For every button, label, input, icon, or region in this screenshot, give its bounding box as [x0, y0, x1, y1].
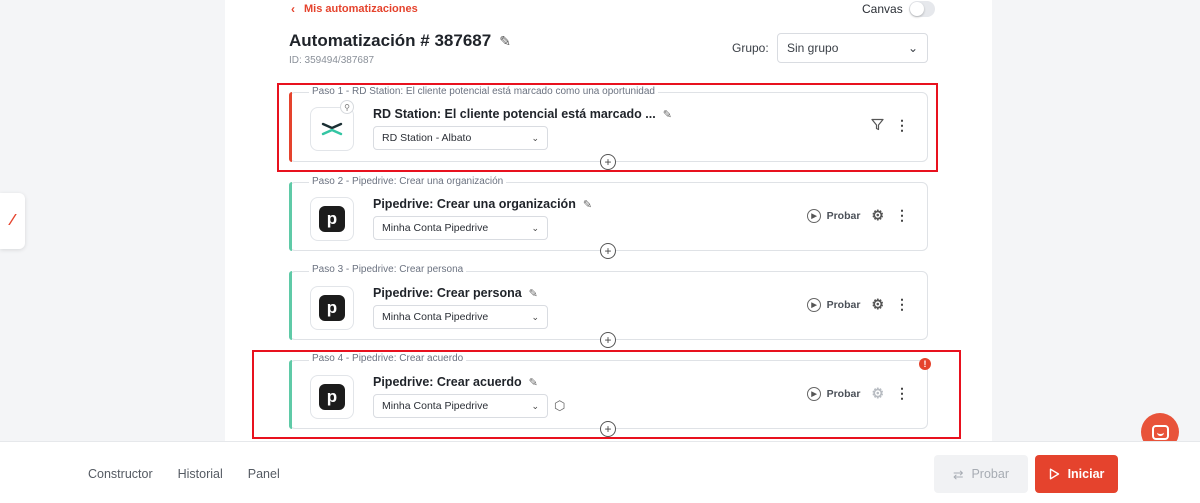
back-to-automations-link[interactable]: ‹ Mis automatizaciones: [291, 2, 418, 16]
canvas-label: Canvas: [862, 2, 903, 16]
step-title-text: Pipedrive: Crear persona: [373, 286, 522, 300]
step-caption-2: Paso 2 - Pipedrive: Crear una organizaci…: [309, 176, 507, 187]
automation-title: Automatización # 387687: [289, 31, 492, 50]
test-step-button[interactable]: ▶ Probar: [806, 208, 861, 223]
chevron-down-icon: ⌄: [531, 311, 539, 322]
albato-logo-icon: ⁄: [11, 212, 14, 229]
page-title: Automatización # 387687 ✎: [289, 31, 511, 51]
tab-constructor[interactable]: Constructor: [88, 467, 153, 481]
highlight-box-step-1: [277, 83, 938, 172]
step-accent-bar: [289, 271, 292, 340]
step-accent-bar: [289, 182, 292, 251]
tab-historial[interactable]: Historial: [178, 467, 223, 481]
chevron-down-icon: ⌄: [907, 41, 918, 55]
toggle-knob: [909, 2, 924, 16]
account-select[interactable]: Minha Conta Pipedrive ⌄: [373, 305, 548, 329]
play-icon: [1049, 468, 1059, 480]
play-icon: ▶: [806, 297, 821, 312]
iniciar-button[interactable]: Iniciar: [1035, 455, 1118, 493]
side-panel-tab[interactable]: ⁄: [0, 193, 25, 249]
test-step-label: Probar: [826, 298, 861, 311]
chat-icon: [1151, 424, 1169, 440]
canvas-toggle-group: Canvas: [862, 1, 935, 17]
pipedrive-logo: p: [319, 206, 345, 232]
step-card-3[interactable]: p Pipedrive: Crear persona ✎ Minha Conta…: [289, 271, 928, 340]
group-select[interactable]: Sin grupo ⌄: [777, 33, 928, 63]
group-label: Grupo:: [732, 41, 769, 55]
pipedrive-icon: p: [310, 286, 354, 330]
highlight-box-step-4: [252, 350, 961, 439]
add-step-button[interactable]: +: [600, 332, 616, 348]
canvas-toggle[interactable]: [908, 1, 935, 17]
step-card-2[interactable]: p Pipedrive: Crear una organización ✎ Mi…: [289, 182, 928, 251]
account-select-value: Minha Conta Pipedrive: [382, 311, 489, 323]
chevron-down-icon: ⌄: [531, 222, 539, 233]
account-select[interactable]: Minha Conta Pipedrive ⌄: [373, 216, 548, 240]
add-step-button[interactable]: +: [600, 243, 616, 259]
swap-icon: ⇄: [952, 467, 964, 482]
gear-icon[interactable]: ⚙: [871, 207, 884, 224]
edit-title-icon[interactable]: ✎: [499, 33, 511, 50]
edit-step-icon[interactable]: ✎: [583, 198, 592, 211]
back-link-label: Mis automatizaciones: [304, 3, 418, 15]
step-title-text: Pipedrive: Crear una organización: [373, 197, 576, 211]
edit-step-icon[interactable]: ✎: [529, 287, 538, 300]
bottom-bar: Constructor Historial Panel ⇄ Probar Ini…: [0, 441, 1200, 503]
more-options-icon[interactable]: ⋮: [895, 207, 909, 224]
more-options-icon[interactable]: ⋮: [895, 296, 909, 313]
test-step-label: Probar: [826, 209, 861, 222]
step-title: Pipedrive: Crear persona ✎: [373, 286, 538, 300]
step-actions: ▶ Probar ⚙ ⋮: [806, 296, 909, 313]
tab-panel[interactable]: Panel: [248, 467, 280, 481]
play-icon: ▶: [806, 208, 821, 223]
account-select-value: Minha Conta Pipedrive: [382, 222, 489, 234]
group-select-value: Sin grupo: [787, 41, 839, 55]
pipedrive-logo: p: [319, 295, 345, 321]
step-caption-3: Paso 3 - Pipedrive: Crear persona: [309, 264, 467, 275]
bottom-nav: Constructor Historial Panel: [88, 467, 280, 481]
test-step-button[interactable]: ▶ Probar: [806, 297, 861, 312]
probar-button[interactable]: ⇄ Probar: [934, 455, 1028, 493]
step-actions: ▶ Probar ⚙ ⋮: [806, 207, 909, 224]
probar-label: Probar: [971, 467, 1009, 481]
step-title: Pipedrive: Crear una organización ✎: [373, 197, 592, 211]
chevron-left-icon: ‹: [291, 2, 295, 16]
automation-id: ID: 359494/387687: [289, 55, 375, 66]
iniciar-label: Iniciar: [1067, 467, 1105, 481]
gear-icon[interactable]: ⚙: [871, 296, 884, 313]
pipedrive-icon: p: [310, 197, 354, 241]
